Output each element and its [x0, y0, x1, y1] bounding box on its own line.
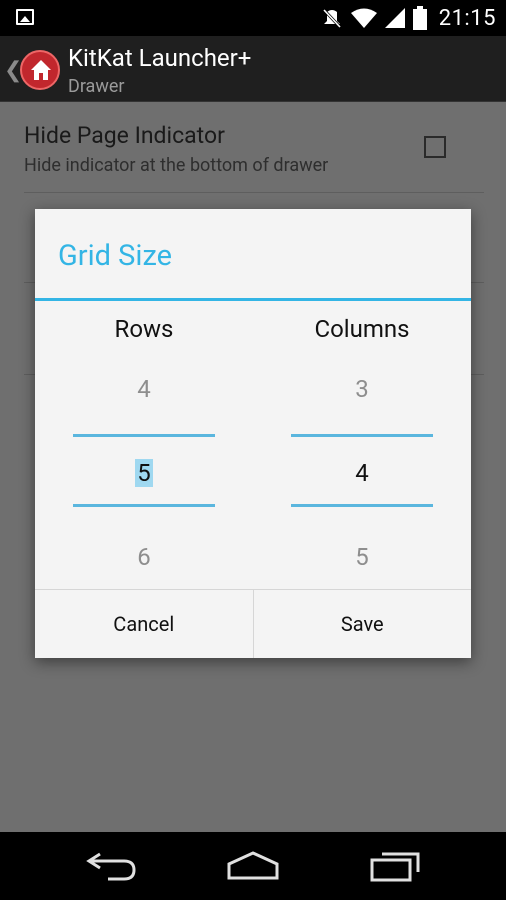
save-button[interactable]: Save	[252, 590, 472, 658]
rows-label: Rows	[114, 315, 174, 343]
clock: 21:15	[438, 5, 496, 31]
columns-label: Columns	[314, 315, 410, 343]
action-bar-subtitle: Drawer	[68, 76, 125, 97]
rows-picker[interactable]: Rows 4 5 6	[35, 301, 253, 591]
signal-icon	[384, 8, 405, 28]
picker-divider	[73, 504, 215, 507]
battery-icon	[412, 6, 427, 30]
columns-next-value[interactable]: 5	[253, 543, 471, 571]
preference-summary: Hide indicator at the bottom of drawer	[24, 155, 329, 176]
mute-icon	[322, 8, 341, 29]
columns-current-value[interactable]: 4	[253, 459, 471, 487]
rows-current-value[interactable]: 5	[35, 459, 253, 487]
home-icon[interactable]	[226, 850, 280, 882]
columns-prev-value[interactable]: 3	[253, 375, 471, 403]
action-bar-title: KitKat Launcher+	[68, 44, 252, 72]
preference-title: Hide Page Indicator	[24, 122, 225, 149]
navigation-bar	[0, 832, 506, 900]
divider	[24, 192, 484, 193]
hide-page-indicator-item[interactable]: Hide Page Indicator Hide indicator at th…	[24, 122, 484, 176]
hide-page-indicator-checkbox[interactable]	[424, 136, 446, 158]
status-bar: 21:15	[0, 0, 506, 36]
picker-divider	[291, 504, 433, 507]
picker-divider	[291, 434, 433, 437]
wifi-icon	[350, 8, 377, 28]
grid-size-dialog: Grid Size Rows 4 5 6 Columns 3 4 5 Cance…	[35, 209, 471, 658]
columns-picker[interactable]: Columns 3 4 5	[253, 301, 471, 591]
cancel-button[interactable]: Cancel	[35, 590, 253, 658]
rows-prev-value[interactable]: 4	[35, 375, 253, 403]
picker-divider	[73, 434, 215, 437]
dialog-buttons: Cancel Save	[35, 589, 471, 658]
back-icon[interactable]	[86, 850, 138, 882]
rows-next-value[interactable]: 6	[35, 543, 253, 571]
action-bar: ❮ KitKat Launcher+ Drawer	[0, 36, 506, 102]
image-notification-icon	[16, 9, 34, 25]
status-icons: 21:15	[321, 0, 496, 36]
rows-selected-text[interactable]: 5	[135, 459, 153, 487]
app-home-icon[interactable]	[20, 50, 60, 90]
recent-apps-icon[interactable]	[370, 850, 422, 882]
dialog-title: Grid Size	[58, 239, 172, 273]
